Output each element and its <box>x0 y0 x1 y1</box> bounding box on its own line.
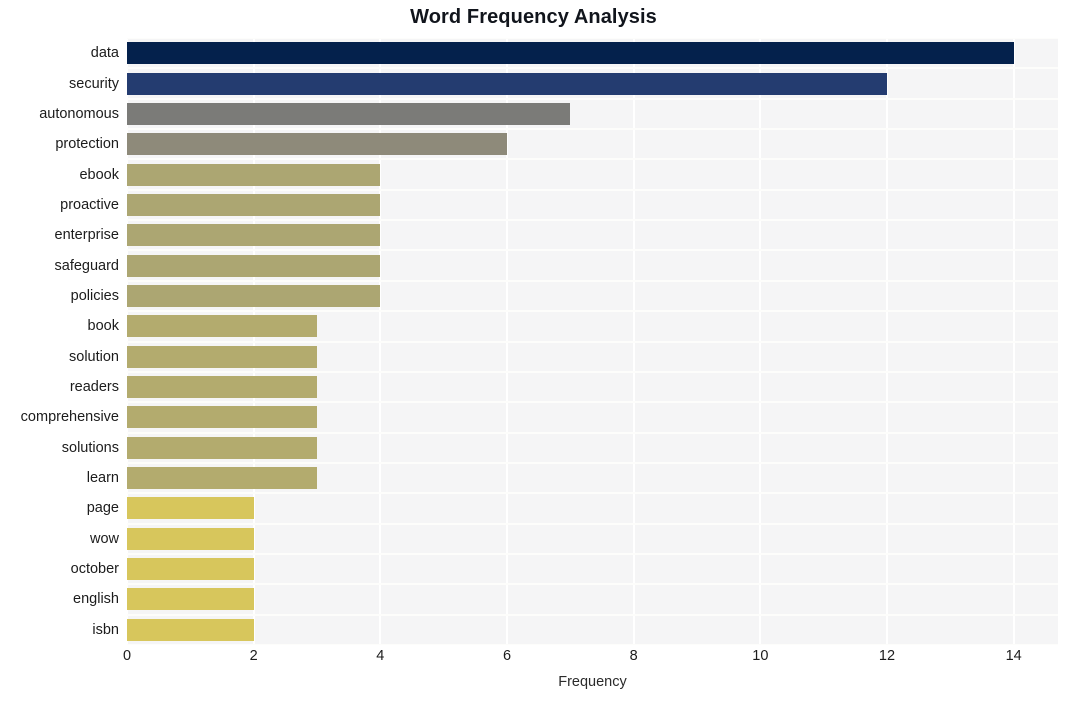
x-tick-6: 6 <box>502 648 512 664</box>
gridline-y <box>127 188 1058 191</box>
y-axis-label-ebook: ebook <box>79 166 119 183</box>
y-axis-label-security: security <box>69 75 119 92</box>
y-axis-label-autonomous: autonomous <box>39 105 119 122</box>
gridline-y <box>127 613 1058 616</box>
gridline-y <box>127 38 1058 39</box>
gridline-y <box>127 340 1058 343</box>
y-axis-label-proactive: proactive <box>60 196 119 213</box>
gridline-y <box>127 310 1058 313</box>
y-axis-label-isbn: isbn <box>92 621 119 638</box>
y-axis-label-protection: protection <box>55 136 119 153</box>
gridline-y <box>127 249 1058 252</box>
gridline-y <box>127 67 1058 70</box>
gridline-y <box>127 158 1058 161</box>
y-axis-label-policies: policies <box>70 287 119 304</box>
bar-october <box>127 558 254 581</box>
y-axis-label-english: english <box>73 591 119 608</box>
bar-ebook <box>127 163 381 186</box>
bar-english <box>127 588 254 611</box>
gridline-y <box>127 522 1058 525</box>
y-axis-label-learn: learn <box>86 470 119 487</box>
gridline-y <box>127 370 1058 373</box>
x-tick-4: 4 <box>376 648 385 664</box>
x-tick-14: 14 <box>1005 648 1022 664</box>
gridline-y <box>127 461 1058 464</box>
gridline-y <box>127 97 1058 100</box>
y-axis-label-wow: wow <box>89 530 119 547</box>
bar-readers <box>127 376 317 399</box>
y-axis-label-october: october <box>70 561 119 578</box>
y-axis-label-solutions: solutions <box>61 439 119 456</box>
bar-protection <box>127 133 507 156</box>
gridline-y <box>127 492 1058 495</box>
bar-data <box>127 42 1014 65</box>
bar-security <box>127 72 887 95</box>
y-axis-label-comprehensive: comprehensive <box>20 409 119 426</box>
y-axis-label-data: data <box>90 45 119 62</box>
x-tick-2: 2 <box>249 648 258 664</box>
x-tick-12: 12 <box>878 648 896 664</box>
bar-enterprise <box>127 224 381 247</box>
y-axis-label-book: book <box>87 318 119 335</box>
x-tick-0: 0 <box>122 648 132 664</box>
gridline-y <box>127 431 1058 434</box>
chart-title: Word Frequency Analysis <box>410 6 657 28</box>
gridline-y <box>127 552 1058 555</box>
x-axis-tick-labels: 0 2 4 6 8 10 12 14 <box>123 648 1058 672</box>
bar-comprehensive <box>127 406 317 429</box>
y-axis-label-solution: solution <box>69 348 119 365</box>
bar-page <box>127 497 254 520</box>
gridline-y <box>127 644 1058 645</box>
bar-solutions <box>127 436 317 459</box>
gridline-y <box>127 279 1058 282</box>
gridline-y <box>127 128 1058 131</box>
bar-learn <box>127 467 317 490</box>
plot-area <box>127 38 1058 645</box>
bar-autonomous <box>127 102 571 125</box>
gridline-y <box>127 583 1058 586</box>
gridline-y <box>127 219 1058 222</box>
y-axis-label-page: page <box>86 500 119 517</box>
x-axis-title: Frequency <box>558 674 627 690</box>
y-axis-labels: data security autonomous protection ebook pro… <box>0 38 119 645</box>
bar-policies <box>127 284 381 307</box>
bar-proactive <box>127 193 381 216</box>
y-axis-label-readers: readers <box>69 379 119 396</box>
bar-book <box>127 315 317 338</box>
bar-safeguard <box>127 254 381 277</box>
gridline-y <box>127 401 1058 404</box>
bar-isbn <box>127 618 254 641</box>
y-axis-label-safeguard: safeguard <box>54 257 120 274</box>
x-tick-10: 10 <box>752 648 769 664</box>
y-axis-label-enterprise: enterprise <box>54 227 119 244</box>
bar-wow <box>127 527 254 550</box>
x-tick-8: 8 <box>629 648 638 664</box>
bar-solution <box>127 345 317 368</box>
word-frequency-chart: Word Frequency Analysis data security auto… <box>0 0 1067 701</box>
